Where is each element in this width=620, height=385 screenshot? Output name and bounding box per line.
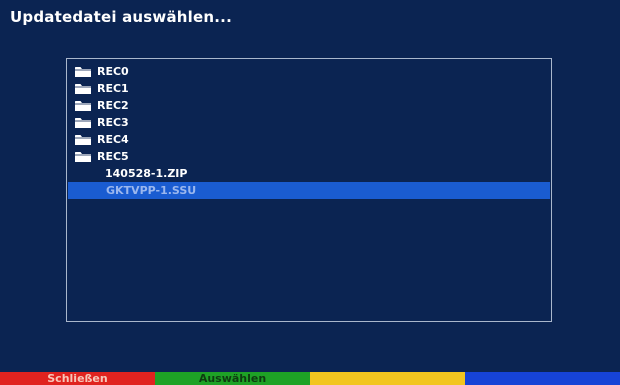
file-label: 140528-1.ZIP	[105, 167, 188, 180]
folder-item-rec4[interactable]: REC4	[67, 131, 551, 148]
file-list: REC0 REC1 REC2 REC3 REC4 REC5 140528-1.Z…	[67, 63, 551, 199]
folder-label: REC4	[97, 133, 129, 146]
folder-item-rec5[interactable]: REC5	[67, 148, 551, 165]
folder-item-rec0[interactable]: REC0	[67, 63, 551, 80]
color-key-bar: Schließen Auswählen	[0, 372, 620, 385]
red-key-close-button[interactable]: Schließen	[0, 372, 155, 385]
folder-icon	[75, 100, 91, 111]
folder-label: REC3	[97, 116, 129, 129]
folder-icon	[75, 83, 91, 94]
folder-label: REC5	[97, 150, 129, 163]
folder-icon	[75, 66, 91, 77]
file-item-ssu-selected[interactable]: GKTVPP-1.SSU	[68, 182, 550, 199]
update-file-dialog: Updatedatei auswählen... REC0 REC1 REC2	[0, 0, 620, 385]
folder-item-rec1[interactable]: REC1	[67, 80, 551, 97]
folder-label: REC1	[97, 82, 129, 95]
folder-item-rec3[interactable]: REC3	[67, 114, 551, 131]
yellow-key-button[interactable]	[310, 372, 465, 385]
dialog-title: Updatedatei auswählen...	[10, 8, 232, 26]
folder-label: REC0	[97, 65, 129, 78]
file-label: GKTVPP-1.SSU	[106, 184, 197, 197]
file-browser[interactable]: REC0 REC1 REC2 REC3 REC4 REC5 140528-1.Z…	[66, 58, 552, 322]
folder-item-rec2[interactable]: REC2	[67, 97, 551, 114]
green-key-select-button[interactable]: Auswählen	[155, 372, 310, 385]
blue-key-button[interactable]	[465, 372, 620, 385]
folder-icon	[75, 134, 91, 145]
file-item-zip[interactable]: 140528-1.ZIP	[67, 165, 551, 182]
folder-icon	[75, 117, 91, 128]
folder-icon	[75, 151, 91, 162]
folder-label: REC2	[97, 99, 129, 112]
